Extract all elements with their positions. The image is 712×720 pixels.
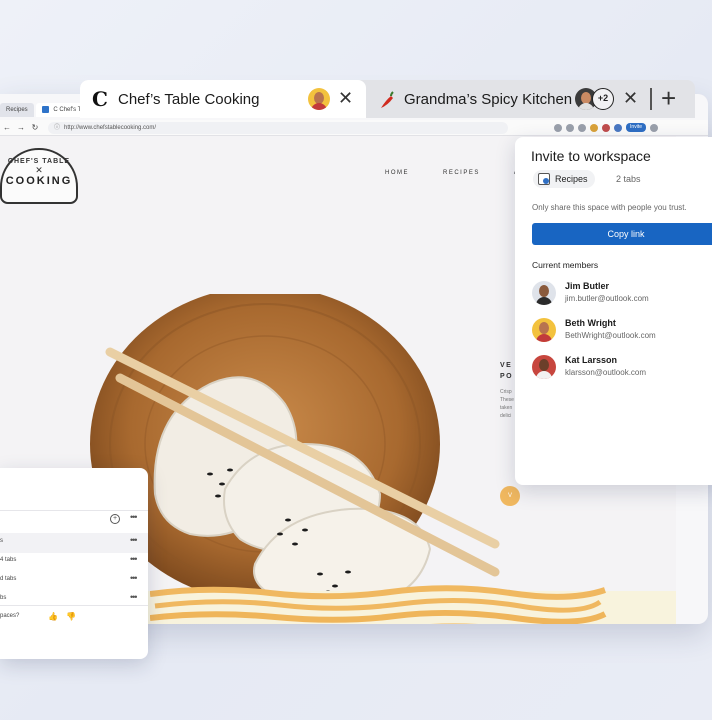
favorites-icon[interactable] <box>566 123 575 132</box>
member-name: Kat Larsson <box>565 355 618 365</box>
workspace-header-row: + ••• <box>0 510 148 530</box>
hero-body-line: These <box>500 397 514 403</box>
member-row: Kat Larsson klarsson@outlook.com <box>532 352 712 382</box>
invite-workspace-panel: Invite to workspace Recipes 2 tabs Only … <box>515 137 712 485</box>
workspace-chip[interactable]: Recipes <box>533 170 595 188</box>
collections-icon[interactable] <box>578 123 587 132</box>
thumbs-up-icon[interactable]: 👍 <box>48 612 58 621</box>
chopsticks-icon: ✕ <box>35 165 43 175</box>
profile-icon[interactable] <box>650 123 658 132</box>
logo-main-text: COOKING <box>5 175 73 187</box>
workspace-row[interactable]: 4 tabs ••• <box>0 552 148 572</box>
new-tab-plus-icon[interactable]: + <box>661 83 676 113</box>
more-options-icon[interactable]: ••• <box>130 592 138 602</box>
member-name: Beth Wright <box>565 318 616 328</box>
hero-title-line: PO <box>500 373 514 380</box>
workspace-tab-strip: C Chef’s Table Cooking ✕ Grandma’s Spicy… <box>80 80 695 118</box>
toolbar-icons: Invite <box>554 123 658 132</box>
tab-grandmas-spicy-kitchen[interactable]: Grandma’s Spicy Kitchen +2 ✕ <box>366 80 651 118</box>
close-icon[interactable]: ✕ <box>623 88 638 108</box>
address-url: http://www.chefstablecooking.com/ <box>64 124 157 131</box>
tab-title: Grandma’s Spicy Kitchen <box>404 91 573 108</box>
workspace-name: Recipes <box>555 174 588 184</box>
hero-body-line: Crisp <box>500 389 512 395</box>
feedback-question: paces? <box>0 613 20 619</box>
tab-count: 2 tabs <box>616 174 641 184</box>
mini-tab-recipes[interactable]: Recipes <box>0 103 34 117</box>
nav-recipes[interactable]: RECIPES <box>443 170 480 176</box>
members-heading: Current members <box>532 260 599 270</box>
workspaces-panel: + ••• s ••• 4 tabs ••• d tabs ••• bs •••… <box>0 468 148 659</box>
more-options-icon[interactable]: ••• <box>130 573 138 583</box>
site-nav: HOME RECIPES A <box>385 170 519 176</box>
hero-title-line: VE <box>500 362 513 369</box>
extension-icon[interactable] <box>554 123 563 132</box>
tab-divider <box>650 88 652 110</box>
member-avatar-icon[interactable] <box>614 123 623 132</box>
member-name: Jim Butler <box>565 281 610 291</box>
close-icon[interactable]: ✕ <box>338 88 353 108</box>
browser-toolbar: ← → ↻ ⓘ http://www.chefstablecooking.com/… <box>0 120 708 136</box>
mini-tab-label: Recipes <box>6 107 28 113</box>
avatar <box>532 355 556 379</box>
info-icon: ⓘ <box>54 124 61 131</box>
avatar <box>532 318 556 342</box>
workspace-row[interactable]: s ••• <box>0 533 148 553</box>
workspace-icon <box>538 173 550 185</box>
member-email: klarsson@outlook.com <box>565 368 647 377</box>
chef-c-icon: C <box>92 87 108 111</box>
workspace-icon <box>41 105 49 113</box>
member-row: Beth Wright BethWright@outlook.com <box>532 315 712 345</box>
hero-text-block: VE PO Crisp These taken delici <box>500 360 516 420</box>
workspace-row-label: 4 tabs <box>0 557 17 563</box>
more-options-icon[interactable]: ••• <box>130 535 138 545</box>
divider <box>0 605 148 606</box>
member-avatar-icon <box>308 88 330 110</box>
more-options-icon[interactable]: ••• <box>130 512 138 522</box>
mini-tab-strip: Recipes C Chef's Ta <box>0 102 91 118</box>
hero-body: Crisp These taken delici <box>500 388 516 420</box>
workspace-row[interactable]: d tabs ••• <box>0 571 148 591</box>
avatar <box>532 281 556 305</box>
tab-chefs-table-cooking[interactable]: C Chef’s Table Cooking ✕ <box>80 80 366 118</box>
panel-title: Invite to workspace <box>531 148 651 164</box>
thumbs-down-icon[interactable]: 👎 <box>66 612 76 621</box>
member-avatar-icon[interactable] <box>602 123 611 132</box>
chili-pepper-icon <box>381 91 394 108</box>
back-arrow-icon[interactable]: ← <box>0 123 14 132</box>
more-options-icon[interactable]: ••• <box>130 554 138 564</box>
member-email: BethWright@outlook.com <box>565 331 656 340</box>
hero-body-line: delici <box>500 413 512 419</box>
noodle-strokes-graphic <box>150 585 607 624</box>
trust-notice: Only share this space with people you tr… <box>532 203 687 212</box>
member-avatar-icon[interactable] <box>590 123 599 132</box>
workspace-row[interactable]: bs ••• <box>0 590 148 610</box>
address-bar[interactable]: ⓘ http://www.chefstablecooking.com/ <box>48 121 508 134</box>
view-recipe-button[interactable]: V <box>500 486 520 506</box>
nav-home[interactable]: HOME <box>385 170 409 176</box>
copy-link-button[interactable]: Copy link <box>532 223 712 245</box>
extra-members-badge[interactable]: +2 <box>592 88 614 110</box>
workspace-row-label: d tabs <box>0 576 17 582</box>
forward-arrow-icon[interactable]: → <box>14 123 28 132</box>
logo-top-text: CHEF'S TABLE <box>7 158 71 165</box>
refresh-icon[interactable]: ↻ <box>28 123 42 132</box>
invite-button[interactable]: Invite <box>626 123 646 132</box>
site-logo[interactable]: CHEF'S TABLE ✕ COOKING <box>0 148 78 204</box>
tab-title: Chef’s Table Cooking <box>118 91 260 108</box>
add-icon[interactable]: + <box>110 514 120 524</box>
member-email: jim.butler@outlook.com <box>565 294 649 303</box>
workspace-row-label: bs <box>0 595 7 601</box>
hero-body-line: taken <box>500 405 513 411</box>
workspace-row-label: s <box>0 538 3 544</box>
member-row: Jim Butler jim.butler@outlook.com <box>532 278 712 308</box>
